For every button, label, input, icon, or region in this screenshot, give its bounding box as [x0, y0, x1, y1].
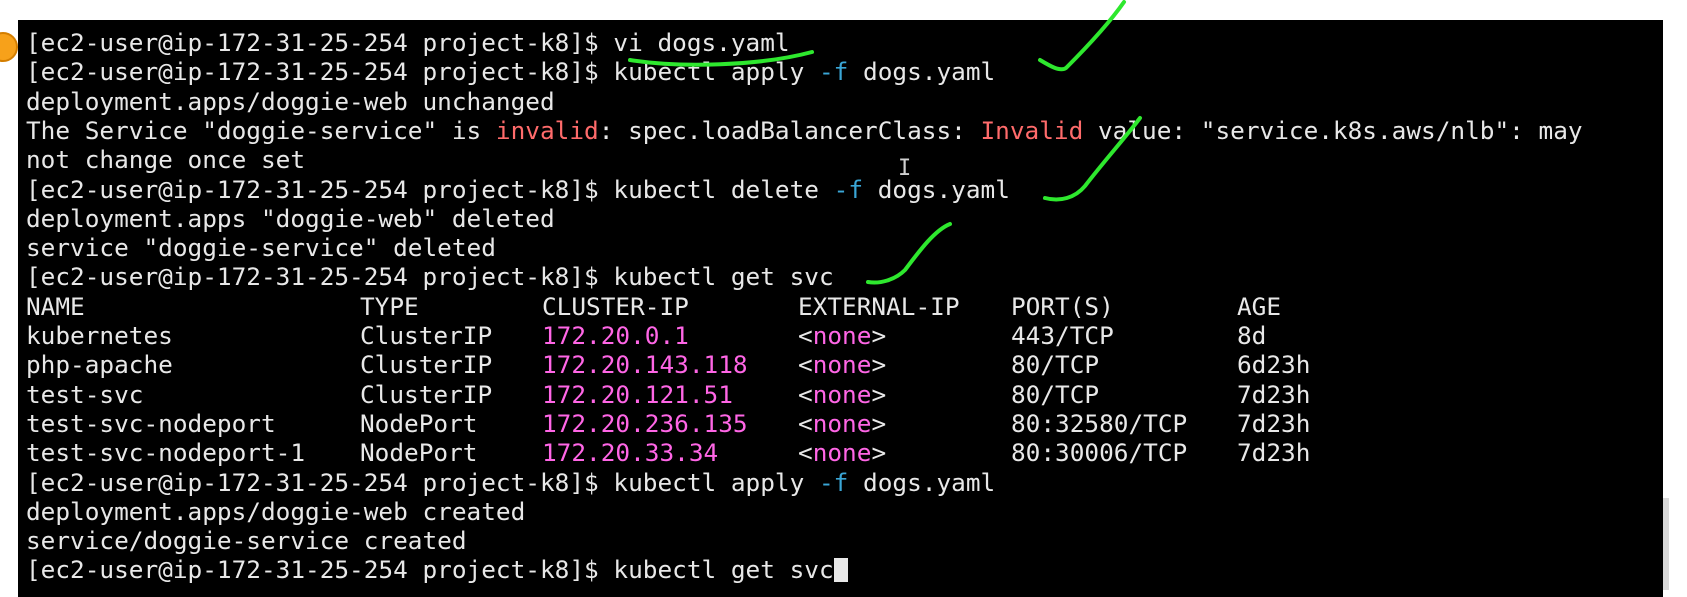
command-text: kubectl apply [613, 467, 819, 497]
command-flag: -f [818, 57, 849, 87]
bracket: > [871, 379, 887, 409]
bracket: > [871, 321, 887, 350]
table-header-name: NAME [26, 291, 85, 321]
table-cell-name: php-apache [26, 350, 173, 380]
table-cell-age: 6d23h [1237, 350, 1311, 380]
shell-prompt: [ec2-user@ip-172-31-25-254 project-k8]$ [26, 555, 614, 585]
bracket: < [798, 321, 813, 350]
table-cell-external-ip: <none> [798, 409, 886, 438]
table-cell-ports: 80/TCP [1011, 379, 1100, 409]
table-cell-name: test-svc-nodeport [26, 408, 276, 438]
table-cell-name: test-svc-nodeport-1 [26, 438, 306, 468]
table-cell-external-ip: <none> [798, 321, 886, 350]
output-line: deployment.apps "doggie-web" deleted [26, 203, 555, 233]
table-cell-age: 7d23h [1237, 438, 1311, 468]
scrollbar-thumb[interactable] [1663, 498, 1669, 590]
bracket: > [871, 438, 887, 468]
terminal-scrollbar[interactable] [1663, 20, 1669, 597]
bracket: < [798, 408, 813, 438]
none-value: none [812, 379, 872, 409]
table-header-cluster-ip: CLUSTER-IP [542, 291, 689, 321]
terminal-line-vi: [ec2-user@ip-172-31-25-254 project-k8]$ … [26, 28, 790, 57]
bracket: > [871, 350, 887, 380]
table-header-age: AGE [1237, 291, 1282, 321]
command-file: dogs.yaml [848, 467, 996, 497]
command-file: dogs.yaml [863, 174, 1010, 204]
shell-prompt: [ec2-user@ip-172-31-25-254 project-k8]$ [26, 262, 614, 292]
table-cell-cluster-ip: 172.20.121.51 [542, 379, 733, 409]
error-line: The Service "doggie-service" is invalid:… [26, 116, 1583, 145]
error-keyword: Invalid [980, 115, 1084, 145]
terminal-line-apply-again: [ec2-user@ip-172-31-25-254 project-k8]$ … [26, 468, 995, 497]
table-cell-type: ClusterIP [360, 350, 493, 380]
error-keyword: invalid [495, 115, 599, 145]
command-flag: -f [833, 174, 864, 204]
table-cell-age: 7d23h [1237, 408, 1311, 438]
table-cell-ports: 80/TCP [1011, 350, 1100, 380]
table-cell-type: ClusterIP [360, 321, 493, 350]
table-cell-type: NodePort [360, 438, 478, 468]
table-header-type: TYPE [360, 291, 419, 321]
table-cell-name: kubernetes [26, 321, 173, 350]
table-cell-cluster-ip: 172.20.143.118 [542, 350, 748, 380]
table-cell-ports: 443/TCP [1011, 321, 1114, 350]
error-text: value: "service.k8s.aws/nlb": may [1083, 115, 1583, 145]
terminal-line-get-svc: [ec2-user@ip-172-31-25-254 project-k8]$ … [26, 262, 834, 291]
table-cell-type: ClusterIP [360, 379, 493, 409]
terminal-line-apply: [ec2-user@ip-172-31-25-254 project-k8]$ … [26, 57, 995, 86]
table-cell-external-ip: <none> [798, 350, 886, 379]
window-top-strip: [ec2-user@ip-172-31-25-254 project-k8]$ … [0, 0, 1687, 20]
table-cell-age: 8d [1237, 321, 1267, 350]
table-cell-cluster-ip: 172.20.236.135 [542, 408, 748, 438]
table-cell-ports: 80:30006/TCP [1011, 438, 1188, 468]
terminal-line-delete: [ec2-user@ip-172-31-25-254 project-k8]$ … [26, 175, 1010, 204]
table-cell-age: 7d23h [1237, 379, 1311, 409]
none-value: none [812, 438, 872, 468]
terminal-window[interactable]: [ec2-user@ip-172-31-25-254 project-k8]$ … [18, 20, 1663, 597]
error-line-continued: not change once set [26, 145, 306, 175]
table-cell-external-ip: <none> [798, 380, 886, 409]
output-line: service/doggie-service created [26, 526, 467, 556]
command-file: dogs.yaml [848, 57, 996, 87]
none-value: none [812, 350, 872, 380]
terminal-line-current[interactable]: [ec2-user@ip-172-31-25-254 project-k8]$ … [26, 555, 848, 584]
bracket: < [798, 379, 813, 409]
command-text: kubectl delete [613, 174, 834, 204]
mouse-ibeam-cursor: I [898, 156, 912, 181]
command-flag: -f [818, 467, 849, 497]
text-cursor [833, 558, 848, 583]
table-cell-type: NodePort [360, 408, 478, 438]
table-cell-cluster-ip: 172.20.33.34 [542, 438, 719, 468]
none-value: none [812, 321, 872, 350]
table-header-external-ip: EXTERNAL-IP [798, 291, 960, 321]
error-text: The Service "doggie-service" is [26, 115, 496, 145]
command-input[interactable]: kubectl get svc [613, 555, 833, 584]
none-value: none [812, 408, 872, 438]
app-icon[interactable] [0, 32, 18, 62]
cut-off-previous-line: [ec2-user@ip-172-31-25-254 project-k8]$ … [26, 0, 892, 13]
shell-prompt: [ec2-user@ip-172-31-25-254 project-k8]$ [26, 57, 614, 87]
shell-prompt: [ec2-user@ip-172-31-25-254 project-k8]$ [26, 174, 614, 204]
table-cell-cluster-ip: 172.20.0.1 [542, 321, 689, 350]
error-text: : spec.loadBalancerClass: [598, 115, 981, 145]
output-line: deployment.apps/doggie-web created [26, 496, 526, 526]
table-cell-ports: 80:32580/TCP [1011, 408, 1188, 438]
bracket: < [798, 350, 813, 380]
output-line: service "doggie-service" deleted [26, 233, 496, 263]
command-text: kubectl apply [613, 57, 819, 87]
output-line: deployment.apps/doggie-web unchanged [26, 86, 555, 116]
command-text: kubectl get svc [613, 262, 834, 292]
shell-prompt: [ec2-user@ip-172-31-25-254 project-k8]$ [26, 28, 614, 57]
table-cell-external-ip: <none> [798, 438, 886, 467]
command-text: vi dogs.yaml [613, 28, 790, 57]
shell-prompt: [ec2-user@ip-172-31-25-254 project-k8]$ [26, 467, 614, 497]
bracket: < [798, 438, 813, 468]
table-header-ports: PORT(S) [1011, 291, 1114, 321]
table-cell-name: test-svc [26, 379, 144, 409]
bracket: > [871, 408, 887, 438]
